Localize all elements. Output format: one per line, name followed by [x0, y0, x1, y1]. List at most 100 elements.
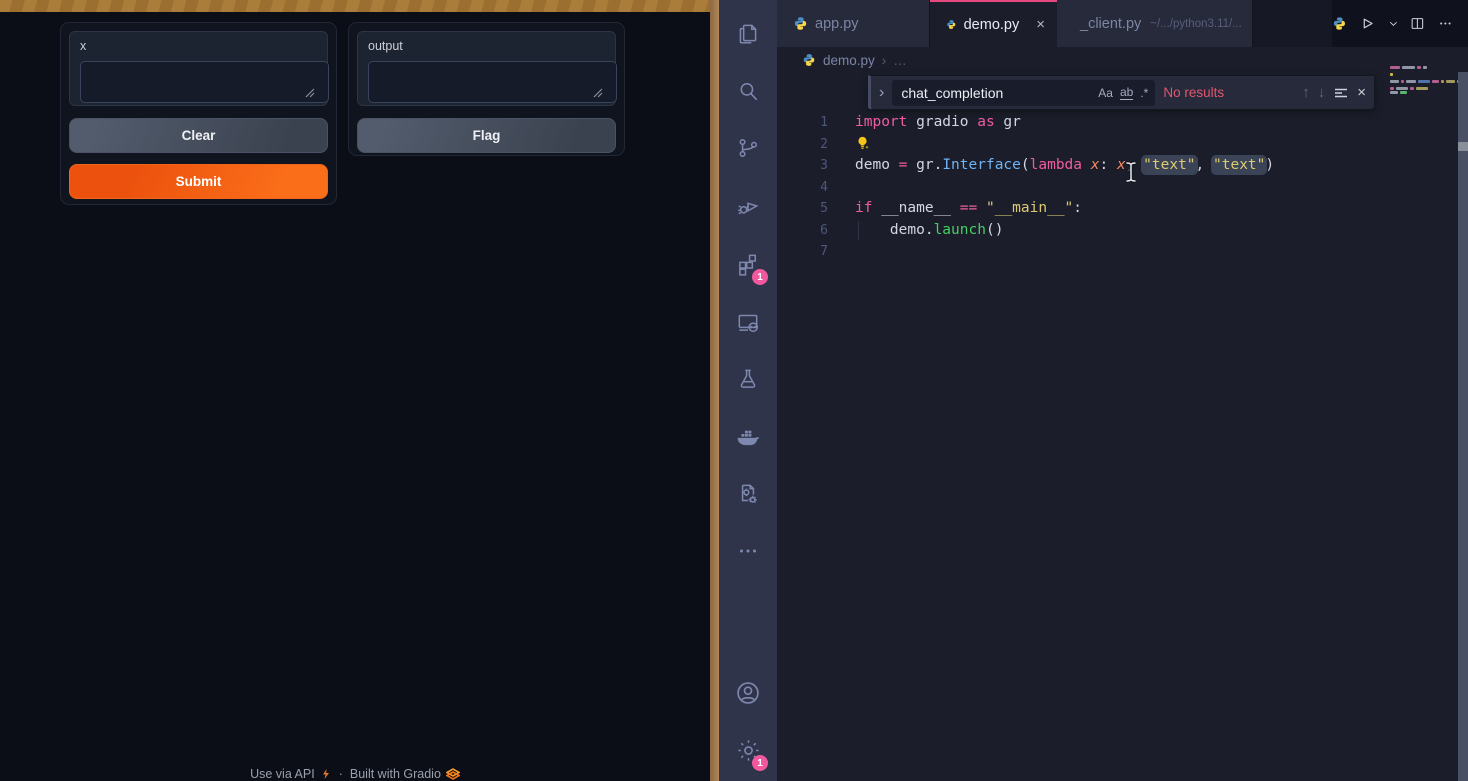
tab-close-icon[interactable]: × — [1036, 16, 1045, 33]
tab-client-py[interactable]: _client.py ~/.../python3.11/... — [1057, 0, 1253, 47]
breadcrumb-more[interactable]: … — [893, 53, 907, 68]
code-text: demo = gr.Interface(lambda x: x, "text",… — [855, 155, 1274, 177]
source-control-icon[interactable] — [719, 123, 777, 173]
remote-explorer-icon[interactable] — [719, 297, 777, 347]
line-number: 7 — [777, 241, 828, 263]
code-token: ( — [1021, 157, 1030, 173]
tab-demo-py[interactable]: demo.py × — [930, 0, 1057, 47]
breadcrumb-file[interactable]: demo.py — [823, 53, 875, 68]
activity-bar: 1 — [719, 0, 777, 781]
next-match-button[interactable]: ↓ — [1318, 84, 1326, 101]
minimap-line — [1390, 66, 1427, 69]
settings-gear-icon[interactable]: 1 — [719, 725, 777, 775]
editor-scrollbar[interactable] — [1458, 72, 1468, 781]
toggle-replace-button[interactable]: › — [879, 84, 884, 102]
clear-button-label: Clear — [182, 128, 216, 143]
docker-icon[interactable] — [719, 412, 777, 462]
accounts-icon[interactable] — [719, 668, 777, 718]
split-editor-button[interactable] — [1409, 15, 1426, 32]
line-number: 6 — [777, 220, 828, 242]
minimap[interactable] — [1390, 66, 1447, 110]
search-icon[interactable] — [719, 66, 777, 116]
input-textarea[interactable] — [80, 61, 329, 103]
run-dropdown-chevron-icon[interactable] — [1388, 18, 1399, 29]
api-bolt-icon — [320, 768, 332, 780]
window-top-bar — [0, 0, 710, 12]
run-button[interactable] — [1358, 14, 1377, 33]
vscode-window: 1 — [719, 0, 1468, 781]
find-close-button[interactable]: × — [1357, 84, 1366, 101]
files-icon — [735, 20, 761, 46]
clear-button[interactable]: Clear — [69, 118, 328, 153]
tab-label: demo.py — [964, 17, 1020, 33]
input-card: x — [69, 31, 328, 106]
find-in-selection-button[interactable] — [1333, 85, 1349, 101]
tab-label: app.py — [815, 16, 859, 32]
python-icon — [802, 53, 816, 67]
extensions-icon[interactable]: 1 — [719, 239, 777, 289]
code-token: ) — [1265, 157, 1274, 173]
code-token: "__main__" — [986, 200, 1073, 216]
explorer-icon[interactable] — [719, 8, 777, 58]
task-runner-icon[interactable] — [719, 469, 777, 519]
output-card: output — [357, 31, 616, 106]
extensions-badge: 1 — [752, 269, 768, 285]
code-token: , — [1196, 157, 1213, 173]
code-token: gr — [995, 114, 1021, 130]
regex-button[interactable]: .* — [1140, 86, 1148, 100]
code-token: demo — [855, 157, 899, 173]
code-line[interactable]: 5if __name__ == "__main__": — [777, 198, 1468, 220]
find-input[interactable] — [899, 84, 1091, 102]
match-case-button[interactable]: Aa — [1098, 86, 1113, 100]
flag-button-label: Flag — [473, 128, 501, 143]
code-token: : — [1073, 200, 1082, 216]
editor-actions — [1332, 0, 1468, 47]
code-token: : — [1099, 157, 1116, 173]
whole-word-button[interactable]: ab — [1120, 85, 1133, 100]
editor-group: app.py demo.py × _client.py — [777, 0, 1468, 781]
code-line[interactable]: 6 demo.launch() — [777, 220, 1468, 242]
minimap-line — [1390, 87, 1428, 90]
python-icon — [946, 17, 957, 32]
scrollbar-thumb[interactable] — [1458, 142, 1468, 151]
code-token: launch — [934, 222, 986, 238]
breadcrumb[interactable]: demo.py › … — [777, 47, 1468, 73]
code-line[interactable]: 7 — [777, 241, 1468, 263]
code-token: gr. — [907, 157, 942, 173]
code-line[interactable]: 1import gradio as gr — [777, 112, 1468, 134]
lightbulb-icon[interactable] — [855, 136, 870, 151]
previous-match-button[interactable]: ↑ — [1302, 84, 1310, 101]
use-via-api-link[interactable]: Use via API — [250, 767, 332, 781]
code-line[interactable]: 2 — [777, 134, 1468, 156]
line-number: 3 — [777, 155, 828, 177]
use-via-api-label: Use via API — [250, 767, 315, 781]
submit-button[interactable]: Submit — [69, 164, 328, 199]
built-with-gradio-label: Built with Gradio — [350, 767, 441, 781]
testing-beaker-icon[interactable] — [719, 354, 777, 404]
minimap-line — [1390, 91, 1407, 94]
flag-button[interactable]: Flag — [357, 118, 616, 153]
output-textarea[interactable] — [368, 61, 617, 103]
code-token: "text" — [1213, 157, 1265, 173]
more-actions-button[interactable] — [1437, 15, 1454, 32]
gradio-input-column: x Clear Submit — [60, 22, 337, 205]
code-token: demo. — [855, 222, 934, 238]
footer-dot: · — [339, 767, 343, 781]
gradio-output-column: output Flag — [348, 22, 625, 156]
gradio-footer: Use via API · Built with Gradio — [0, 767, 710, 781]
code-text: demo.launch() — [855, 220, 1003, 242]
tab-label: _client.py — [1080, 16, 1141, 32]
input-label: x — [80, 39, 86, 53]
built-with-gradio-link[interactable]: Built with Gradio — [350, 767, 460, 781]
tab-app-py[interactable]: app.py — [777, 0, 930, 47]
code-token: lambda — [1030, 157, 1082, 173]
find-status: No results — [1163, 85, 1224, 100]
code-token: == — [960, 200, 977, 216]
line-number: 2 — [777, 134, 828, 156]
code-token: as — [977, 114, 994, 130]
output-label: output — [368, 39, 403, 53]
run-debug-icon[interactable] — [719, 181, 777, 231]
more-views-icon[interactable] — [719, 526, 777, 576]
find-input-box: Aa ab .* — [892, 80, 1155, 106]
line-number: 1 — [777, 112, 828, 134]
